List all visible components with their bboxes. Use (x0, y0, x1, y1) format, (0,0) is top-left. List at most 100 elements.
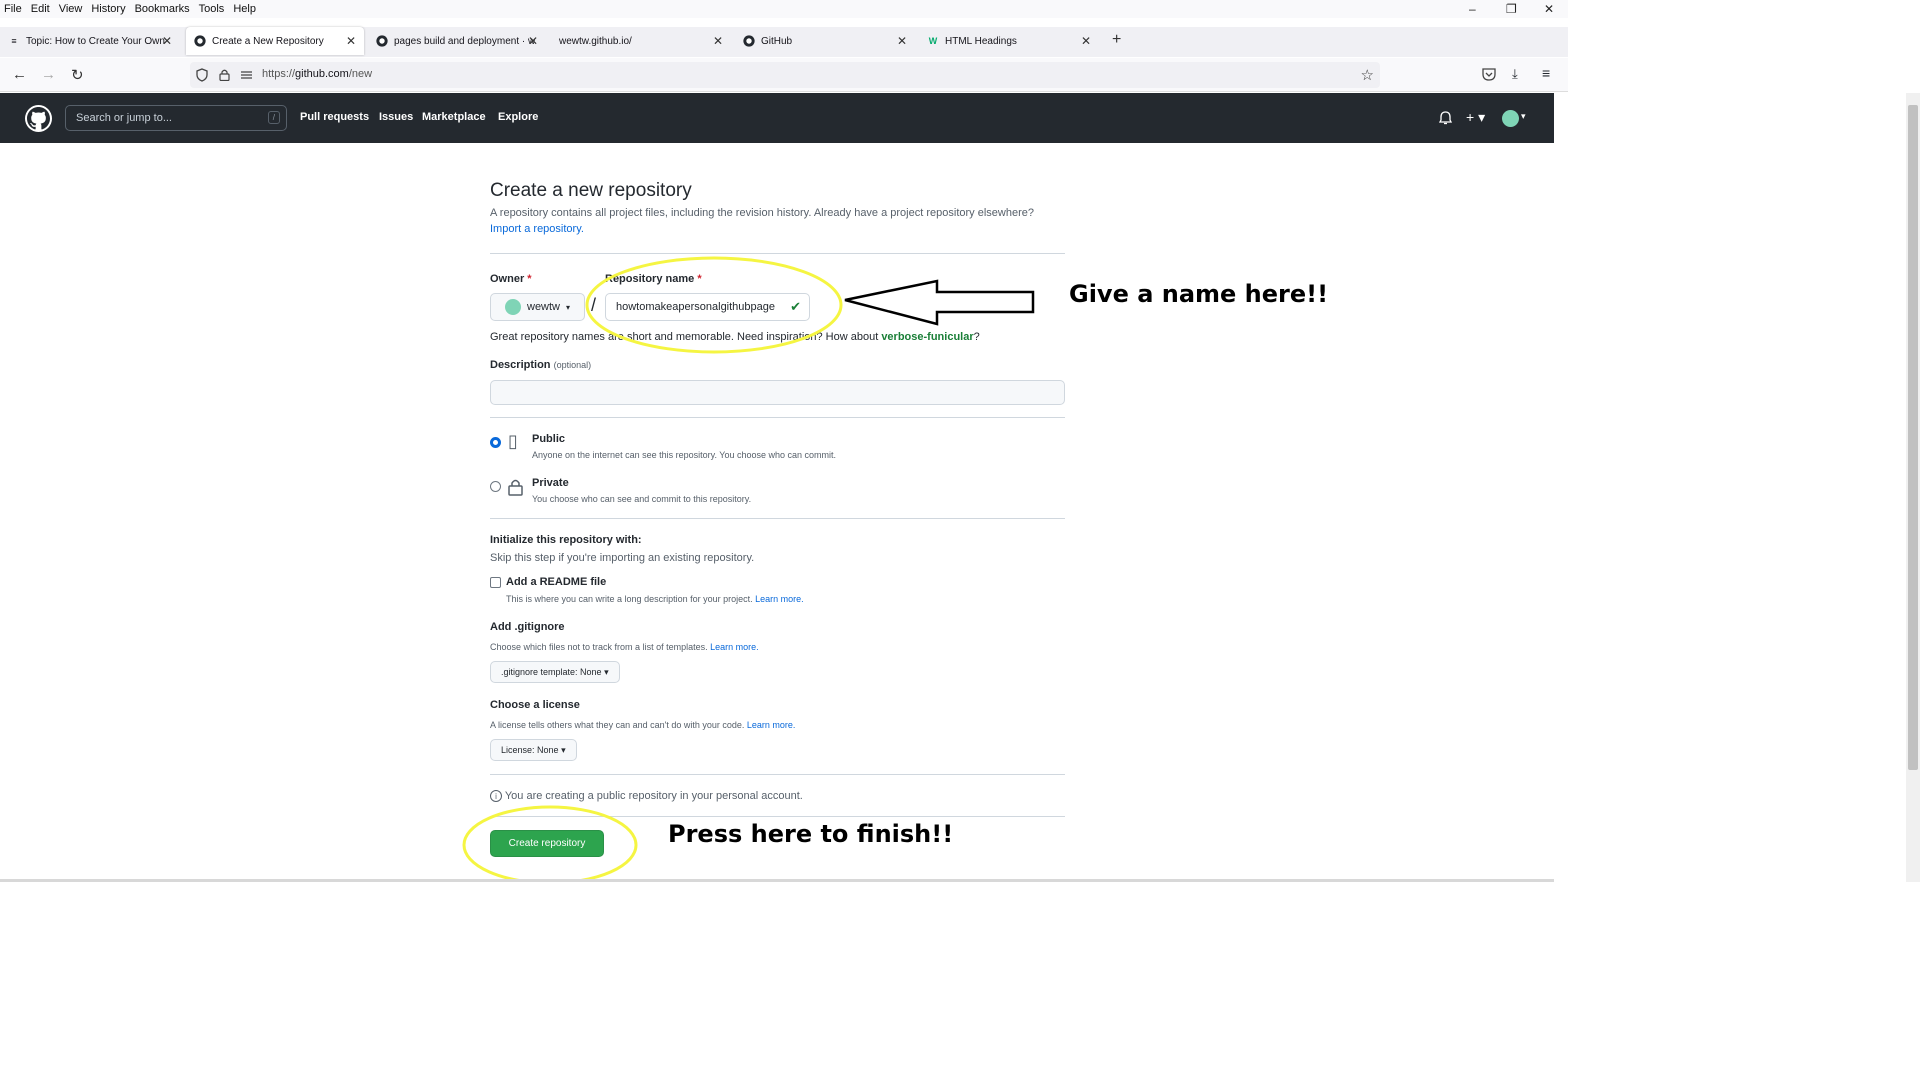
downloads-icon[interactable]: ⤓ (1512, 66, 1518, 82)
tab-title: HTML Headings (945, 35, 1017, 47)
navigation-bar: ← → ↻ https://github.com/new ☆ ⤓ ≡ (0, 58, 1568, 92)
tab-github[interactable]: GitHub ✕ (735, 27, 915, 55)
tab-title: GitHub (761, 35, 793, 47)
public-title: Public (532, 433, 566, 445)
menu-bar: File Edit View History Bookmarks Tools H… (0, 0, 1568, 18)
tab-wewtw-site[interactable]: wewtw.github.io/ ✕ (551, 27, 731, 55)
close-icon[interactable]: ✕ (713, 34, 723, 48)
lock-icon[interactable] (219, 68, 230, 81)
chevron-down-icon: ▾ (566, 302, 571, 312)
import-repository-link[interactable]: Import a repository. (490, 223, 584, 235)
learn-more-link[interactable]: Learn more. (710, 642, 759, 652)
permissions-icon[interactable] (240, 70, 253, 80)
public-radio[interactable] (490, 437, 501, 448)
github-icon (743, 35, 755, 47)
readme-checkbox[interactable] (490, 577, 501, 588)
license-select[interactable]: License: None ▾ (490, 739, 577, 761)
menu-tools[interactable]: Tools (199, 3, 225, 15)
url-text[interactable]: https://github.com/new (262, 68, 372, 80)
divider (490, 518, 1065, 519)
tab-html-headings[interactable]: W HTML Headings ✕ (919, 27, 1099, 55)
close-icon[interactable]: ✕ (1081, 34, 1091, 48)
new-tab-button[interactable]: + (1112, 31, 1121, 49)
init-title: Initialize this repository with: (490, 534, 642, 546)
repo-name-label: Repository name * (605, 273, 702, 285)
nav-pull-requests[interactable]: Pull requests (300, 111, 369, 123)
chevron-down-icon[interactable]: ▾ (1521, 111, 1526, 122)
tab-pages-build[interactable]: pages build and deployment · w ✕ (368, 27, 546, 55)
bottom-border (0, 879, 1554, 882)
description-input[interactable] (490, 380, 1065, 405)
divider (490, 816, 1065, 817)
description-label: Description (optional) (490, 359, 592, 371)
tab-title: wewtw.github.io/ (559, 35, 632, 47)
tab-create-repo[interactable]: Create a New Repository ✕ (186, 27, 364, 55)
forward-icon[interactable]: → (41, 66, 56, 83)
scrollbar-thumb[interactable] (1908, 105, 1918, 770)
page-title: Create a new repository (490, 180, 692, 201)
create-new-plus-icon[interactable]: + ▾ (1466, 109, 1485, 126)
restore-button[interactable]: ❐ (1506, 2, 1517, 16)
readme-label: Add a README file (506, 576, 607, 588)
nav-explore[interactable]: Explore (498, 111, 538, 123)
github-logo-icon[interactable] (25, 105, 52, 132)
gitignore-select[interactable]: .gitignore template: None ▾ (490, 661, 620, 683)
private-radio[interactable] (490, 481, 501, 492)
chevron-down-icon: ▾ (604, 666, 609, 677)
close-icon[interactable]: ✕ (528, 34, 538, 48)
menu-help[interactable]: Help (233, 3, 256, 15)
checkmark-icon: ✔ (790, 299, 801, 314)
menu-bookmarks[interactable]: Bookmarks (135, 3, 190, 15)
github-search-input[interactable]: Search or jump to... / (65, 105, 287, 131)
repository-name-input[interactable]: howtomakeapersonalgithubpage ✔ (605, 293, 810, 321)
close-icon[interactable]: ✕ (346, 34, 356, 48)
shield-icon[interactable] (196, 68, 208, 82)
name-hint: Great repository names are short and mem… (490, 331, 980, 343)
tab-title: pages build and deployment · w (394, 35, 536, 47)
forum-icon: ≡ (11, 36, 17, 46)
search-shortcut-key: / (267, 111, 280, 124)
create-repository-button[interactable]: Create repository (490, 830, 604, 857)
private-description: You choose who can see and commit to thi… (532, 494, 752, 504)
public-notice: i You are creating a public repository i… (490, 790, 803, 802)
chevron-down-icon: ▾ (561, 744, 566, 755)
tab-topic[interactable]: ≡ Topic: How to Create Your Own ✕ (0, 27, 180, 55)
arrow-left-icon (844, 279, 1035, 326)
nav-marketplace[interactable]: Marketplace (422, 111, 486, 123)
learn-more-link[interactable]: Learn more. (747, 720, 796, 730)
close-icon[interactable]: ✕ (897, 34, 907, 48)
license-label: Choose a license (490, 699, 580, 711)
w3schools-icon: W (928, 36, 938, 46)
pocket-icon[interactable] (1482, 68, 1496, 81)
suggested-name-link[interactable]: verbose-funicular (881, 331, 973, 343)
github-icon (376, 35, 388, 47)
url-bar[interactable]: https://github.com/new ☆ (190, 62, 1380, 88)
avatar[interactable] (1502, 110, 1519, 127)
bell-icon[interactable] (1439, 111, 1452, 125)
learn-more-link[interactable]: Learn more. (755, 594, 804, 604)
github-header: Search or jump to... / Pull requests Iss… (0, 93, 1554, 143)
nav-issues[interactable]: Issues (379, 111, 413, 123)
menu-edit[interactable]: Edit (31, 3, 50, 15)
back-icon[interactable]: ← (12, 66, 27, 83)
license-description: A license tells others what they can and… (490, 720, 796, 730)
finish-hint-annotation: Press here to finish!! (668, 820, 954, 848)
menu-history[interactable]: History (91, 3, 125, 15)
readme-description: This is where you can write a long descr… (506, 594, 804, 604)
tab-title: Create a New Repository (212, 35, 324, 47)
init-subtitle: Skip this step if you're importing an ex… (490, 552, 755, 564)
minimize-button[interactable]: – (1469, 2, 1476, 16)
close-window-button[interactable]: ✕ (1544, 2, 1554, 16)
reload-icon[interactable]: ↻ (71, 66, 84, 84)
divider (490, 417, 1065, 418)
close-icon[interactable]: ✕ (162, 34, 172, 48)
owner-select[interactable]: wewtw ▾ (490, 293, 585, 321)
lock-icon (508, 479, 523, 496)
bookmark-star-icon[interactable]: ☆ (1361, 66, 1374, 84)
app-menu-icon[interactable]: ≡ (1542, 65, 1550, 81)
page-scrollbar[interactable] (1906, 93, 1920, 882)
menu-file[interactable]: File (4, 3, 22, 15)
repo-book-icon: ▯ (508, 431, 518, 451)
menu-view[interactable]: View (59, 3, 83, 15)
divider (490, 253, 1065, 254)
